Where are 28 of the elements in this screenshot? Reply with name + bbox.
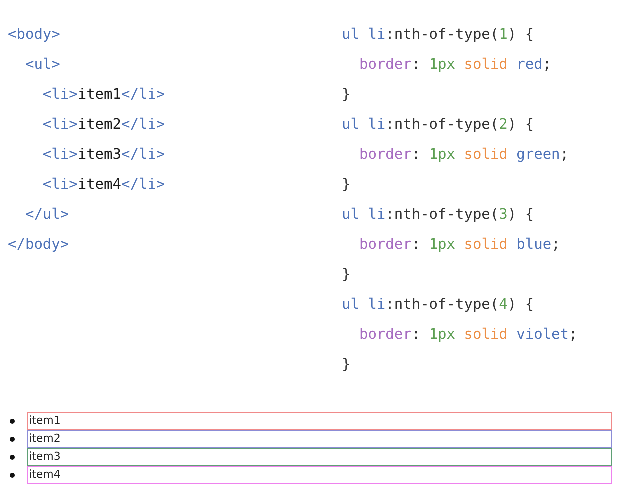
code-line: ul li:nth-of-type(1) {: [342, 26, 534, 45]
code-line: <li>item4</li>: [42, 176, 166, 195]
bullet-icon: [10, 436, 15, 442]
list-item: item3: [27, 448, 612, 466]
bullet-icon: [10, 454, 15, 460]
list-item: item1: [27, 412, 612, 430]
code-line: <li>item3</li>: [42, 146, 166, 165]
code-line: border: 1px solid red;: [358, 56, 552, 75]
code-line: }: [342, 356, 351, 375]
code-line: <body>: [8, 26, 60, 45]
code-line: border: 1px solid green;: [358, 146, 570, 165]
list-item: item4: [27, 466, 612, 484]
bullet-icon: [10, 472, 15, 478]
code-line: ul li:nth-of-type(4) {: [342, 296, 534, 315]
code-line: ul li:nth-of-type(2) {: [342, 116, 534, 135]
code-line: }: [342, 86, 351, 105]
code-line: border: 1px solid violet;: [358, 326, 578, 345]
code-line: <ul>: [24, 56, 60, 75]
code-line: <li>item1</li>: [42, 86, 166, 105]
code-line: <li>item2</li>: [42, 116, 166, 135]
code-line: }: [342, 266, 351, 285]
list-item: item2: [27, 430, 612, 448]
code-line: }: [342, 176, 351, 195]
code-line: </ul>: [24, 206, 70, 225]
code-line: border: 1px solid blue;: [358, 236, 560, 255]
bullet-icon: [10, 418, 15, 424]
code-line: ul li:nth-of-type(3) {: [342, 206, 534, 225]
code-line: </body>: [8, 236, 70, 255]
